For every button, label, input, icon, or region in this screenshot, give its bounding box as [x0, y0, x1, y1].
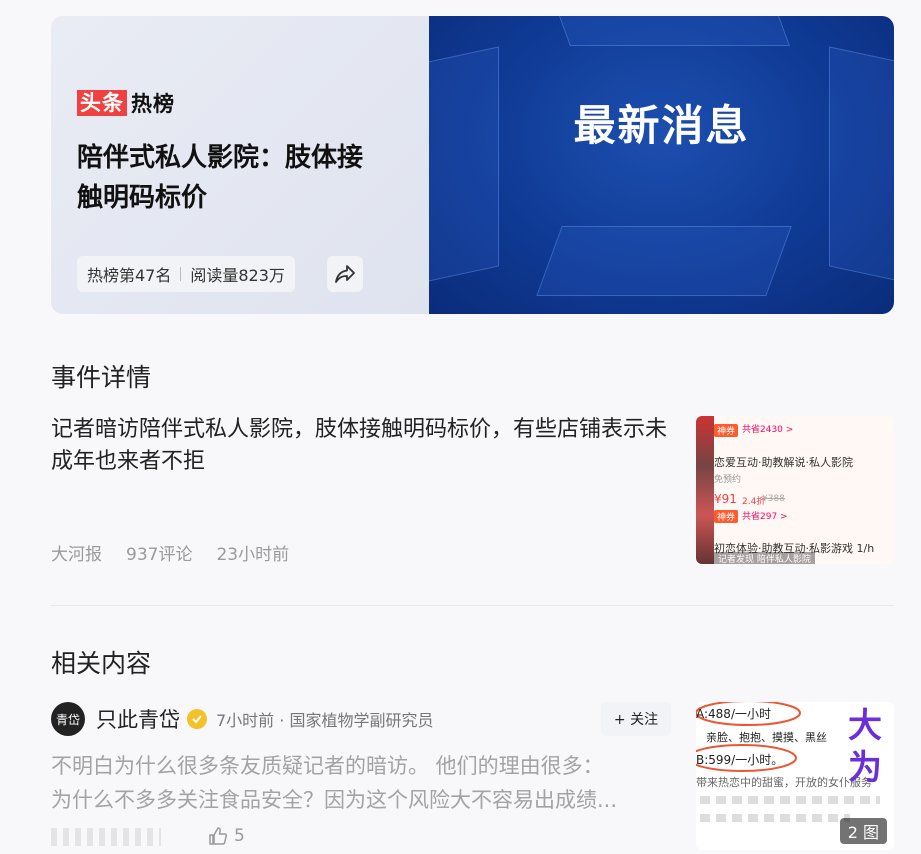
- event-comments[interactable]: 937评论: [126, 540, 192, 565]
- event-meta: 大河报 937评论 23小时前: [51, 540, 289, 565]
- thumb-caption: 记者发现 陪伴私人影院: [714, 552, 815, 564]
- blurred-text-strip: [51, 828, 161, 846]
- hot-rank: 热榜第47名: [87, 266, 172, 285]
- coupon-tag: 神券: [714, 510, 739, 523]
- banner-decor-panel: [829, 46, 894, 286]
- thumb-line: B:599/一小时。: [696, 753, 784, 767]
- related-text-line: 不明白为什么很多条友质疑记者的暗访。 他们的理由很多：: [51, 754, 604, 778]
- event-thumbnail[interactable]: 神券 共省2430 > 恋爱互动·助教解说·私人影院 免预约 ¥91 2.4折 …: [696, 416, 894, 564]
- thumb-line: 带来热恋中的甜蜜，开放的女仆服务: [696, 776, 872, 789]
- banner-decor-panel: [429, 46, 499, 286]
- related-author-row: 青岱 只此青岱 7小时前 · 国家植物学副研究员: [51, 702, 433, 736]
- thumb-big-char: 为: [848, 748, 882, 788]
- event-summary[interactable]: 记者暗访陪伴式私人影院，肢体接触明码标价，有些店铺表示未成年也来者不拒: [51, 414, 671, 478]
- verified-icon: [187, 709, 207, 729]
- coupon-tag: 神券: [714, 424, 739, 437]
- related-post-text[interactable]: 不明白为什么很多条友质疑记者的暗访。 他们的理由很多： 为什么不多多关注食品安全…: [51, 749, 671, 817]
- hero-info-panel: 头条 热榜 陪伴式私人影院：肢体接触明码标价 热榜第47名 阅读量823万: [51, 16, 429, 314]
- saving-text: 共省297 >: [742, 512, 788, 522]
- blurred-line: [700, 814, 850, 822]
- share-icon: [335, 265, 355, 283]
- banner-decor-panel: [548, 16, 790, 46]
- author-meta: 7小时前 · 国家植物学副研究员: [216, 711, 434, 730]
- thumb-old-price: ¥388: [762, 494, 785, 504]
- share-button[interactable]: [327, 256, 363, 292]
- thumb-price: ¥91: [714, 492, 737, 506]
- like-count: 5: [234, 826, 245, 846]
- related-content-title: 相关内容: [51, 649, 152, 678]
- related-text-line: 为什么不多多关注食品安全？因为这个风险大不容易出成绩...: [51, 788, 618, 812]
- breaking-news-banner: 最新消息: [429, 16, 894, 314]
- hot-list-hero-card[interactable]: 头条 热榜 陪伴式私人影院：肢体接触明码标价 热榜第47名 阅读量823万 最新…: [51, 16, 894, 314]
- thumb-line: 恋爱互动·助教解说·私人影院: [714, 456, 853, 469]
- toutiao-hot-list-logo: 头条 热榜: [77, 88, 175, 118]
- section-divider: [51, 605, 894, 606]
- hero-title[interactable]: 陪伴式私人影院：肢体接触明码标价: [77, 138, 377, 218]
- like-button[interactable]: 5: [208, 826, 245, 846]
- read-count: 阅读量823万: [190, 266, 285, 285]
- banner-decor-panel: [536, 226, 792, 296]
- saving-text: 共省2430 >: [742, 425, 794, 435]
- thumb-line: 免预约: [714, 475, 742, 485]
- thumbnail-image-strip: [696, 416, 714, 564]
- event-time: 23小时前: [216, 545, 290, 565]
- banner-text: 最新消息: [573, 101, 750, 150]
- thumb-up-icon: [209, 827, 228, 845]
- image-count-badge: 2 图: [839, 818, 887, 844]
- avatar[interactable]: 青岱: [51, 702, 85, 736]
- stats-divider: [180, 267, 182, 281]
- author-name[interactable]: 只此青岱: [96, 704, 180, 734]
- related-thumbnail[interactable]: A:488/一小时 亲脸、抱抱、摸摸、黑丝 B:599/一小时。 带来热恋中的甜…: [696, 702, 894, 850]
- thumb-line: A:488/一小时: [696, 707, 771, 721]
- hero-stats: 热榜第47名 阅读量823万: [77, 256, 295, 292]
- blurred-line: [700, 796, 880, 804]
- follow-button[interactable]: + 关注: [601, 702, 671, 736]
- logo-part-hot-list: 热榜: [131, 92, 175, 116]
- thumb-line: 亲脸、抱抱、摸摸、黑丝: [706, 731, 827, 744]
- event-details-title: 事件详情: [51, 363, 152, 392]
- logo-part-toutiao: 头条: [77, 90, 127, 116]
- event-source[interactable]: 大河报: [51, 540, 102, 565]
